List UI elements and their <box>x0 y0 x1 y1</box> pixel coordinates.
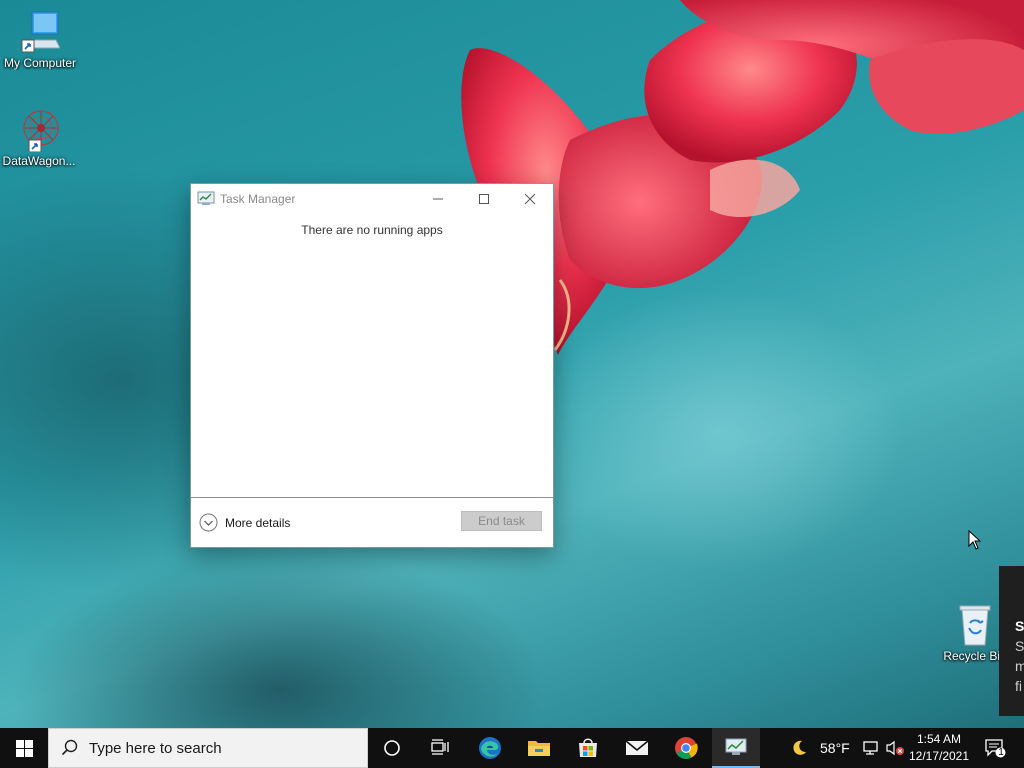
store-button[interactable] <box>564 728 612 768</box>
weather-widget[interactable]: 58°F <box>790 728 850 768</box>
mouse-cursor-icon <box>968 530 982 550</box>
notification-text-line: S <box>1015 638 1024 654</box>
action-center-button[interactable]: 1 <box>980 728 1010 768</box>
task-manager-taskbar-button[interactable] <box>712 728 760 768</box>
chevron-down-circle-icon <box>199 513 218 532</box>
recycle-bin-icon <box>959 605 991 646</box>
close-button[interactable] <box>507 184 553 213</box>
weather-temperature: 58°F <box>820 740 850 756</box>
cortana-icon <box>384 740 400 756</box>
task-manager-window[interactable]: Task Manager There are no running apps M… <box>190 183 554 548</box>
mail-button[interactable] <box>613 728 661 768</box>
taskbar: Type here to search 58°F 1:54 AM 12/17/2… <box>0 728 1024 768</box>
mail-icon <box>625 740 649 755</box>
volume-muted-icon <box>886 740 904 756</box>
desktop-icon-my-computer[interactable]: My Computer <box>1 10 79 70</box>
search-icon <box>61 739 78 756</box>
task-manager-icon <box>197 191 215 205</box>
clock-date: 12/17/2021 <box>908 749 970 763</box>
notification-text-line: fi <box>1015 678 1022 694</box>
end-task-button[interactable]: End task <box>461 511 542 531</box>
more-details-button[interactable]: More details <box>199 513 290 532</box>
desktop-background: My Computer DataWagon... Recycle Bin Tas… <box>0 0 1024 728</box>
desktop-icon-label: DataWagon... <box>2 154 76 168</box>
volume-tray-button[interactable] <box>885 728 905 768</box>
windows-logo-icon <box>15 739 33 757</box>
task-manager-icon <box>725 738 747 755</box>
cortana-button[interactable] <box>368 728 416 768</box>
taskbar-search-box[interactable]: Type here to search <box>48 728 368 768</box>
window-titlebar[interactable]: Task Manager <box>191 184 553 213</box>
maximize-icon <box>479 193 489 204</box>
minimize-button[interactable] <box>415 184 461 213</box>
close-icon <box>524 193 536 204</box>
network-tray-button[interactable] <box>862 728 880 768</box>
file-explorer-button[interactable] <box>515 728 563 768</box>
notification-count-badge: 1 <box>998 747 1004 758</box>
edge-button[interactable] <box>466 728 514 768</box>
network-icon <box>863 741 878 755</box>
desktop-icon-label: My Computer <box>3 56 77 70</box>
datawagon-logo-icon <box>23 110 59 152</box>
edge-icon <box>479 737 501 759</box>
desktop-icon-datawagon[interactable]: DataWagon... <box>0 108 78 168</box>
task-view-icon <box>431 739 449 755</box>
start-button[interactable] <box>0 728 48 768</box>
task-view-button[interactable] <box>416 728 464 768</box>
computer-icon <box>21 11 60 53</box>
store-icon <box>579 738 597 757</box>
file-explorer-icon <box>528 741 550 756</box>
empty-state-message: There are no running apps <box>301 223 443 237</box>
moon-icon <box>793 740 806 755</box>
more-details-label: More details <box>225 515 291 530</box>
minimize-icon <box>433 198 443 199</box>
window-footer: More details End task <box>191 497 553 548</box>
search-placeholder: Type here to search <box>89 739 222 757</box>
chrome-button[interactable] <box>662 728 710 768</box>
chrome-icon <box>675 737 698 759</box>
notification-title: S <box>1015 618 1024 634</box>
notification-toast[interactable]: S S m fi <box>999 566 1024 716</box>
window-title: Task Manager <box>220 192 296 206</box>
notification-text-line: m <box>1015 658 1024 674</box>
maximize-button[interactable] <box>461 184 507 213</box>
system-clock[interactable]: 1:54 AM 12/17/2021 <box>906 731 972 765</box>
clock-time: 1:54 AM <box>916 732 962 746</box>
